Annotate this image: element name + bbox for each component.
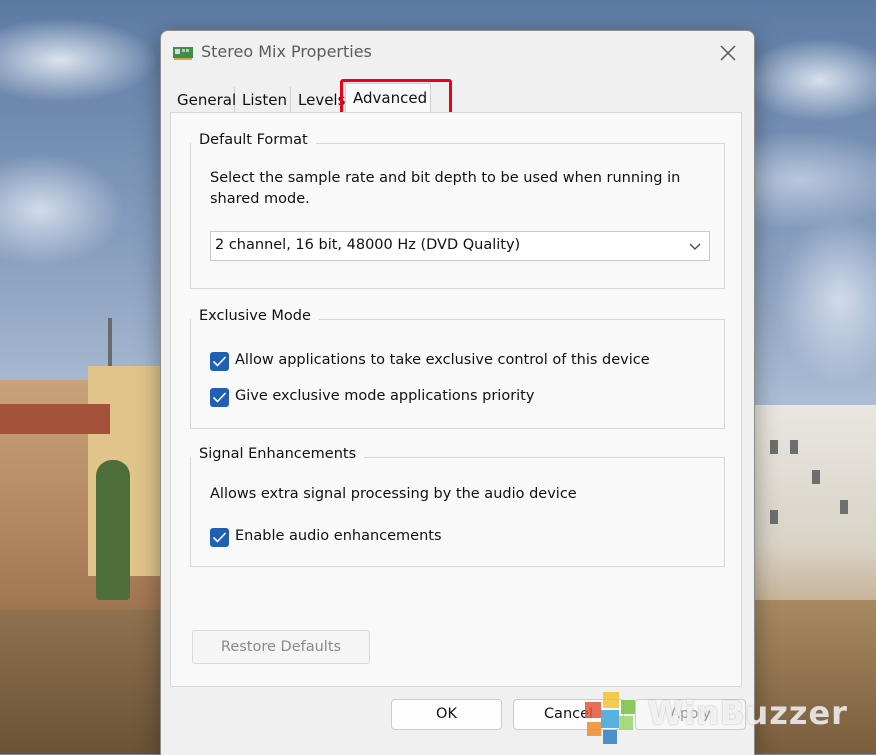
enhancements-description: Allows extra signal processing by the au…: [210, 486, 577, 502]
group-legend: Default Format: [191, 132, 316, 148]
exclusive-mode-group: Exclusive Mode Allow applications to tak…: [190, 308, 725, 429]
title-bar[interactable]: Stereo Mix Properties: [161, 31, 754, 75]
apply-button[interactable]: Apply: [635, 699, 746, 730]
checkbox-label: Enable audio enhancements: [235, 528, 442, 544]
checkmark-icon: [212, 392, 227, 403]
red-roof: [0, 404, 110, 434]
tab-advanced[interactable]: Advanced: [345, 83, 431, 114]
tab-general[interactable]: General: [170, 87, 236, 114]
close-button[interactable]: [714, 39, 742, 67]
antenna-tower: [108, 318, 112, 370]
restore-defaults-button[interactable]: Restore Defaults: [192, 630, 370, 664]
checkbox-label: Allow applications to take exclusive con…: [235, 352, 650, 368]
checkmark-icon: [212, 532, 227, 543]
window-shape: [840, 500, 848, 514]
ok-button[interactable]: OK: [391, 699, 502, 730]
group-legend: Signal Enhancements: [191, 446, 365, 462]
chevron-down-icon: [689, 243, 701, 250]
checkmark-icon: [212, 356, 227, 367]
right-cliff: [752, 600, 876, 754]
checkbox-label: Give exclusive mode applications priorit…: [235, 388, 535, 404]
close-icon: [720, 45, 736, 61]
tab-listen[interactable]: Listen: [235, 87, 291, 114]
audio-enhancements-checkbox[interactable]: [210, 528, 229, 547]
cancel-button[interactable]: Cancel: [513, 699, 624, 730]
cypress-tree: [96, 460, 130, 600]
group-legend: Exclusive Mode: [191, 308, 319, 324]
tab-levels[interactable]: Levels: [291, 87, 345, 114]
format-dropdown[interactable]: 2 channel, 16 bit, 48000 Hz (DVD Quality…: [210, 231, 710, 261]
format-description: Select the sample rate and bit depth to …: [210, 170, 681, 207]
window-shape: [790, 440, 798, 454]
properties-dialog: Stereo Mix Properties General Listen Lev…: [160, 30, 755, 755]
exclusive-priority-checkbox[interactable]: [210, 388, 229, 407]
window-title: Stereo Mix Properties: [201, 42, 372, 61]
sound-card-icon: [173, 47, 193, 60]
advanced-panel: Default Format Select the sample rate an…: [170, 112, 742, 687]
exclusive-control-checkbox[interactable]: [210, 352, 229, 371]
left-cliff: [0, 610, 160, 754]
window-shape: [770, 510, 778, 524]
signal-enhancements-group: Signal Enhancements Allows extra signal …: [190, 446, 725, 567]
default-format-group: Default Format Select the sample rate an…: [190, 132, 725, 289]
window-shape: [812, 470, 820, 484]
format-selected-value: 2 channel, 16 bit, 48000 Hz (DVD Quality…: [215, 237, 521, 253]
window-shape: [770, 440, 778, 454]
